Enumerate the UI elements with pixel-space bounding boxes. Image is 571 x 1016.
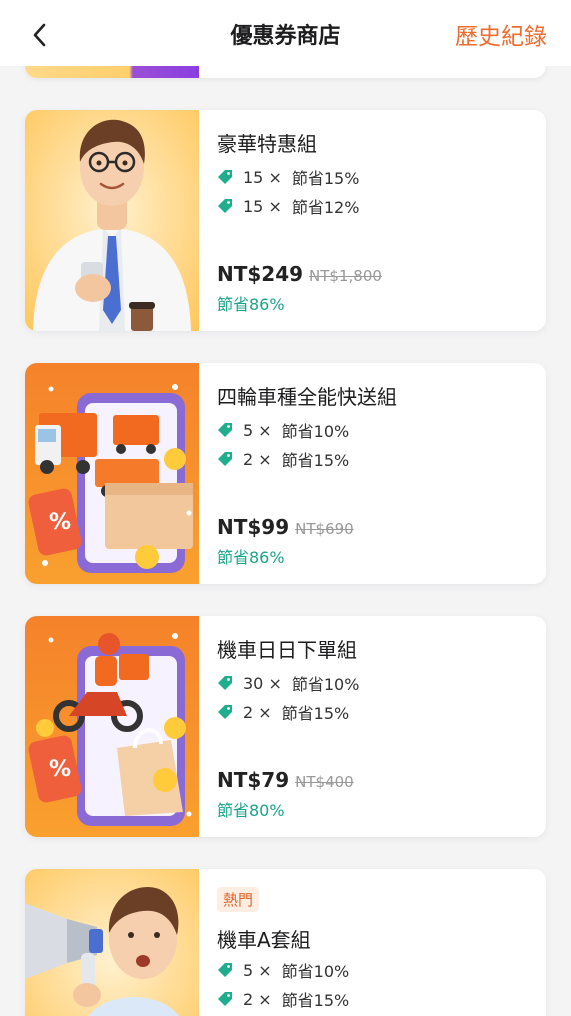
savings-label: 節省80% xyxy=(217,801,285,820)
package-info: 四輪車種全能快送組 5 × 節省10% 2 × 節省15% NT$99 NT$6… xyxy=(217,363,534,584)
price-line: NT$249 NT$1,800 xyxy=(217,262,382,286)
savings-label: 節省86% xyxy=(217,548,285,567)
coupon-discount: 節省10% xyxy=(281,962,350,981)
coupon-row: 5 × 節省10% xyxy=(217,418,349,442)
tag-icon xyxy=(218,423,232,437)
coupon-quantity: 5 × xyxy=(243,420,272,440)
coupon-discount: 節省15% xyxy=(291,169,360,188)
package-card[interactable]: 熱門 機車A套組 5 × 節省10% 2 × 節省15% xyxy=(25,869,546,1016)
coupon-row: 2 × 節省15% xyxy=(217,447,349,471)
motorcycle-courier-illustration-icon: % xyxy=(25,616,199,837)
coupon-quantity: 5 × xyxy=(243,960,272,980)
tag-icon xyxy=(218,170,232,184)
coupon-row: 15 × 節省15% xyxy=(217,165,359,189)
sale-price: NT$79 xyxy=(217,768,290,792)
package-info: 機車日日下單組 30 × 節省10% 2 × 節省15% NT$79 NT$40… xyxy=(217,616,534,837)
svg-text:%: % xyxy=(49,510,71,535)
coupon-discount: 節省15% xyxy=(281,704,350,723)
coupon-quantity: 30 × xyxy=(243,673,282,693)
package-title: 豪華特惠組 xyxy=(217,132,317,156)
sale-price: NT$249 xyxy=(217,262,304,286)
coupon-discount: 節省15% xyxy=(281,451,350,470)
package-info: 熱門 機車A套組 5 × 節省10% 2 × 節省15% xyxy=(217,869,534,1016)
tag-icon xyxy=(218,199,232,213)
package-card[interactable]: % 機車日日下單組 30 × 節省10% 2 × 節省15% NT$79 NT$… xyxy=(25,616,546,837)
tag-icon xyxy=(218,705,232,719)
coupon-discount: 節省10% xyxy=(291,675,360,694)
package-title: 四輪車種全能快送組 xyxy=(217,385,397,409)
coupon-quantity: 2 × xyxy=(243,702,272,722)
package-title: 機車日日下單組 xyxy=(217,638,357,662)
coupon-discount: 節省15% xyxy=(281,991,350,1010)
top-bar: 優惠券商店 歷史紀錄 xyxy=(0,0,571,66)
tag-icon xyxy=(218,963,232,977)
businessman-illustration-icon xyxy=(25,110,199,331)
tag-icon xyxy=(218,992,232,1006)
package-title: 機車A套組 xyxy=(217,928,311,952)
tag-icon xyxy=(218,452,232,466)
coupon-row: 15 × 節省12% xyxy=(217,194,359,218)
history-link[interactable]: 歷史紀錄 xyxy=(455,17,547,51)
coupon-quantity: 15 × xyxy=(243,167,282,187)
coupon-quantity: 15 × xyxy=(243,196,282,216)
coupon-row: 2 × 節省15% xyxy=(217,987,349,1011)
price-line: NT$99 NT$690 xyxy=(217,515,354,539)
original-price: NT$690 xyxy=(295,520,354,538)
svg-text:%: % xyxy=(49,757,71,782)
sale-price: NT$99 xyxy=(217,515,290,539)
megaphone-man-illustration-icon xyxy=(25,869,199,1016)
coupon-discount: 節省10% xyxy=(281,422,350,441)
savings-label: 節省86% xyxy=(217,295,285,314)
price-line: NT$79 NT$400 xyxy=(217,768,354,792)
coupon-row: 2 × 節省15% xyxy=(217,700,349,724)
original-price: NT$1,800 xyxy=(309,267,382,285)
coupon-row: 30 × 節省10% xyxy=(217,671,359,695)
original-price: NT$400 xyxy=(295,773,354,791)
delivery-trucks-illustration-icon: % xyxy=(25,363,199,584)
coupon-row: 5 × 節省10% xyxy=(217,958,349,982)
hot-badge: 熱門 xyxy=(217,887,260,912)
coupon-quantity: 2 × xyxy=(243,449,272,469)
package-card[interactable]: % 四輪車種全能快送組 5 × 節省10% 2 × 節省15% NT$99 NT… xyxy=(25,363,546,584)
package-info: 豪華特惠組 15 × 節省15% 15 × 節省12% NT$249 NT$1,… xyxy=(217,110,534,331)
tag-icon xyxy=(218,676,232,690)
coupon-quantity: 2 × xyxy=(243,989,272,1009)
package-card[interactable]: 豪華特惠組 15 × 節省15% 15 × 節省12% NT$249 NT$1,… xyxy=(25,110,546,331)
coupon-discount: 節省12% xyxy=(291,198,360,217)
